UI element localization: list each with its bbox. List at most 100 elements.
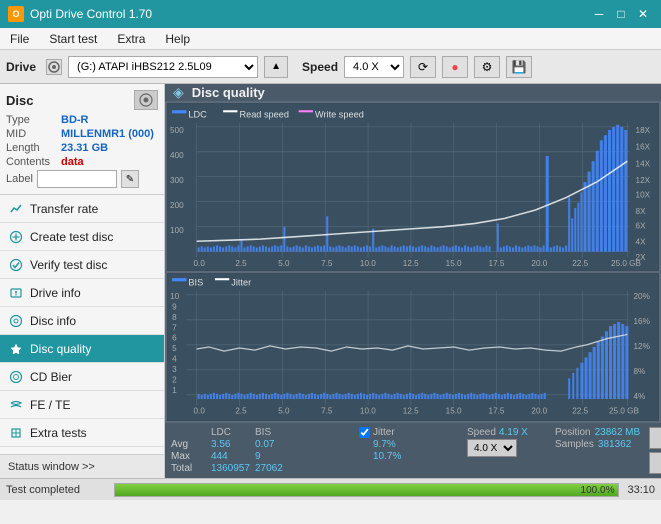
maximize-button[interactable]: □: [611, 5, 631, 23]
svg-text:7.5: 7.5: [321, 259, 333, 268]
sidebar-item-transfer-rate[interactable]: Transfer rate: [0, 195, 164, 223]
menu-file[interactable]: File: [0, 28, 39, 49]
position-val: 23862 MB: [595, 427, 641, 438]
svg-text:500: 500: [170, 126, 184, 135]
main-content: Disc Type BD-R MID MILLENMR1 (000) Lengt…: [0, 84, 661, 478]
start-buttons: Start full Start part: [649, 427, 661, 474]
sidebar-item-fe-te[interactable]: FE / TE: [0, 391, 164, 419]
svg-text:9: 9: [172, 303, 177, 312]
disc-contents-label: Contents: [6, 156, 61, 168]
disc-label-button[interactable]: ✎: [121, 170, 139, 188]
panel-title: Disc quality: [192, 85, 265, 100]
sidebar: Disc Type BD-R MID MILLENMR1 (000) Lengt…: [0, 84, 165, 478]
menu-help[interactable]: Help: [155, 28, 200, 49]
svg-text:16X: 16X: [636, 143, 651, 152]
svg-text:5: 5: [172, 344, 177, 353]
speed-select[interactable]: 4.0 X: [344, 56, 404, 78]
stats-bar: LDC BIS Avg 3.56 0.07 Max 444 9: [165, 423, 661, 478]
drive-select[interactable]: (G:) ATAPI iHBS212 2.5L09: [68, 56, 258, 78]
transfer-rate-icon: [8, 201, 24, 217]
stats-header-ldc: LDC: [211, 427, 255, 438]
drive-info-icon: [8, 285, 24, 301]
nav-label-cd-bier: CD Bier: [30, 370, 72, 384]
stats-avg-bis: 0.07: [255, 439, 299, 450]
drive-icon: [46, 59, 62, 75]
jitter-avg-val: 9.7%: [359, 439, 459, 450]
start-part-button[interactable]: Start part: [649, 452, 661, 474]
speed-dropdown[interactable]: 4.0 X: [467, 439, 517, 457]
create-test-disc-icon: [8, 229, 24, 245]
jitter-max-val: 10.7%: [359, 451, 459, 462]
drive-label: Drive: [6, 60, 36, 74]
status-bar: Test completed 100.0% 33:10: [0, 478, 661, 500]
start-full-button[interactable]: Start full: [649, 427, 661, 449]
progress-bar-fill: [115, 484, 618, 496]
nav-label-drive-info: Drive info: [30, 286, 81, 300]
stats-total-label: Total: [171, 463, 211, 474]
sidebar-item-disc-quality[interactable]: Disc quality: [0, 335, 164, 363]
svg-text:12.5: 12.5: [403, 259, 419, 268]
jitter-section: Jitter 9.7% 10.7%: [359, 427, 459, 462]
status-window-button[interactable]: Status window >>: [0, 454, 164, 478]
sidebar-item-disc-info[interactable]: Disc info: [0, 307, 164, 335]
disc-section: Disc Type BD-R MID MILLENMR1 (000) Lengt…: [0, 84, 164, 195]
stats-max-label: Max: [171, 451, 211, 462]
svg-text:400: 400: [170, 151, 184, 160]
svg-text:0.0: 0.0: [194, 407, 206, 416]
speed-label: Speed: [302, 60, 338, 74]
svg-text:6: 6: [172, 334, 177, 343]
position-label: Position: [555, 427, 591, 438]
svg-text:17.5: 17.5: [489, 259, 505, 268]
svg-text:16%: 16%: [634, 317, 651, 326]
fe-te-icon: [8, 397, 24, 413]
sidebar-item-verify-test-disc[interactable]: Verify test disc: [0, 251, 164, 279]
nav-label-disc-info: Disc info: [30, 314, 76, 328]
svg-text:2: 2: [172, 376, 177, 385]
speed-label-stats: Speed: [467, 427, 496, 438]
disc-info-icon: [8, 313, 24, 329]
close-button[interactable]: ✕: [633, 5, 653, 23]
time-text: 33:10: [627, 484, 655, 496]
svg-text:12%: 12%: [634, 342, 651, 351]
svg-text:14X: 14X: [636, 159, 651, 168]
sidebar-item-drive-info[interactable]: Drive info: [0, 279, 164, 307]
sidebar-item-extra-tests[interactable]: Extra tests: [0, 419, 164, 447]
avg-speed-val: 4.19 X: [499, 427, 528, 438]
chart1-svg: LDC Read speed Write speed 500 400 300 2…: [168, 104, 658, 270]
sidebar-item-create-test-disc[interactable]: Create test disc: [0, 223, 164, 251]
extra-tests-icon: [8, 425, 24, 441]
svg-text:100: 100: [170, 226, 184, 235]
minimize-button[interactable]: ─: [589, 5, 609, 23]
options-button[interactable]: ⚙: [474, 56, 500, 78]
save-button[interactable]: 💾: [506, 56, 532, 78]
disc-eject-icon[interactable]: [134, 90, 158, 110]
refresh-button[interactable]: ⟳: [410, 56, 436, 78]
disc-label-key: Label: [6, 173, 33, 185]
status-text: Test completed: [6, 484, 106, 496]
jitter-checkbox[interactable]: [359, 427, 370, 438]
svg-text:10X: 10X: [636, 190, 651, 199]
disc-mid-label: MID: [6, 128, 61, 140]
stats-avg-label: Avg: [171, 439, 211, 450]
right-panel: ◈ Disc quality LDC Read speed Write: [165, 84, 661, 478]
position-section: Position 23862 MB Samples 381362: [555, 427, 645, 450]
sidebar-item-cd-bier[interactable]: CD Bier: [0, 363, 164, 391]
svg-text:10.0: 10.0: [360, 407, 376, 416]
svg-text:0.0: 0.0: [194, 259, 206, 268]
burn-button[interactable]: ●: [442, 56, 468, 78]
progress-text: 100.0%: [581, 484, 615, 498]
eject-button[interactable]: ▲: [264, 56, 288, 78]
disc-length-value: 23.31 GB: [61, 142, 108, 154]
svg-text:4X: 4X: [636, 237, 646, 246]
menu-start-test[interactable]: Start test: [39, 28, 107, 49]
panel-icon: ◈: [173, 84, 184, 101]
disc-label-input[interactable]: [37, 170, 117, 188]
svg-text:7: 7: [172, 324, 177, 333]
nav-label-verify-test-disc: Verify test disc: [30, 258, 107, 272]
disc-quality-icon: [8, 341, 24, 357]
menu-extra[interactable]: Extra: [107, 28, 155, 49]
nav-label-extra-tests: Extra tests: [30, 426, 87, 440]
svg-text:8X: 8X: [636, 207, 646, 216]
svg-text:1: 1: [172, 386, 177, 395]
title-bar: O Opti Drive Control 1.70 ─ □ ✕: [0, 0, 661, 28]
